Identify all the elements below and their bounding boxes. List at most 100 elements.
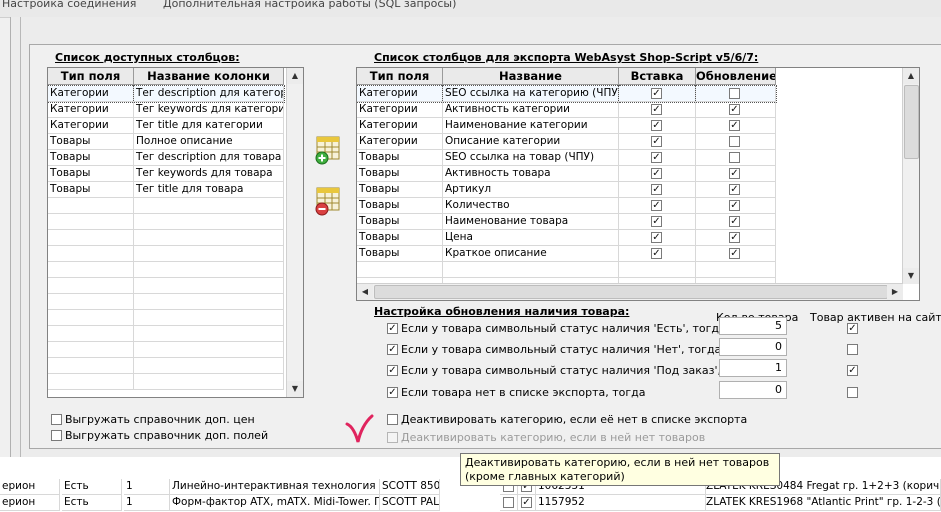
- table-cell-name[interactable]: Активность товара: [443, 166, 619, 182]
- table-cell-type[interactable]: Категории: [48, 102, 134, 118]
- remove-column-button[interactable]: [314, 186, 342, 216]
- row-select-checkbox[interactable]: [503, 497, 514, 508]
- update-checkbox[interactable]: ✓: [729, 104, 740, 115]
- header-name[interactable]: Название: [443, 68, 619, 85]
- table-cell-type[interactable]: Товары: [48, 134, 134, 150]
- bottom-table-cell[interactable]: Форм-фактор ATX, mATX. Midi-Tower. Габ: [170, 495, 380, 511]
- export-fields-checkbox[interactable]: [51, 430, 62, 441]
- table-cell-name[interactable]: SEO ссылка на товар (ЧПУ): [443, 150, 619, 166]
- header-field-type[interactable]: Тип поля: [48, 68, 134, 85]
- bottom-table-cell[interactable]: 1: [124, 495, 170, 511]
- update-checkbox[interactable]: [729, 152, 740, 163]
- table-cell-name[interactable]: Количество: [443, 198, 619, 214]
- insert-checkbox[interactable]: ✓: [651, 232, 662, 243]
- insert-checkbox[interactable]: ✓: [651, 152, 662, 163]
- insert-checkbox[interactable]: ✓: [651, 104, 662, 115]
- table-cell-type[interactable]: Товары: [48, 166, 134, 182]
- scroll-thumb[interactable]: [904, 85, 919, 159]
- header-update[interactable]: Обновление: [696, 68, 776, 85]
- bottom-table-cell[interactable]: Есть: [62, 495, 122, 511]
- insert-checkbox[interactable]: ✓: [651, 248, 662, 259]
- table-cell-type[interactable]: Категории: [357, 85, 444, 103]
- table-cell-name[interactable]: Полное описание: [134, 134, 284, 150]
- product-active-checkbox[interactable]: ✓: [847, 323, 858, 334]
- product-active-checkbox[interactable]: [847, 387, 858, 398]
- table-cell-type[interactable]: Категории: [357, 102, 443, 118]
- tab-connection-settings[interactable]: Настройка соединения: [2, 0, 136, 10]
- table-cell-type[interactable]: Категории: [357, 118, 443, 134]
- table-cell-name[interactable]: Тег description для категории: [133, 85, 285, 103]
- table-cell-type[interactable]: Категории: [48, 85, 135, 103]
- bottom-table-cell[interactable]: ZLATEK KRES1968 "Atlantic Print" гр. 1-2…: [704, 495, 941, 511]
- table-cell-type[interactable]: Товары: [357, 230, 443, 246]
- deactivate-missing-checkbox[interactable]: [387, 414, 398, 425]
- bottom-table-cell[interactable]: ерион: [0, 495, 60, 511]
- scroll-thumb-horizontal[interactable]: [374, 285, 888, 299]
- bottom-table-cell[interactable]: 1157952: [536, 495, 706, 511]
- product-active-checkbox[interactable]: [847, 344, 858, 355]
- qty-input[interactable]: 0: [719, 381, 787, 399]
- availability-rule-checkbox[interactable]: ✓: [387, 387, 398, 398]
- right-vertical-scrollbar[interactable]: ▲ ▼: [902, 68, 919, 284]
- table-cell-name[interactable]: Цена: [443, 230, 619, 246]
- table-cell-name[interactable]: Наименование товара: [443, 214, 619, 230]
- update-checkbox[interactable]: ✓: [729, 248, 740, 259]
- table-cell-name[interactable]: Тег title для товара: [134, 182, 284, 198]
- scroll-right-icon[interactable]: ▶: [887, 284, 903, 300]
- deactivate-empty-checkbox[interactable]: [387, 432, 398, 443]
- scroll-down-icon[interactable]: ▼: [287, 381, 303, 397]
- scroll-up-icon[interactable]: ▲: [903, 68, 919, 84]
- table-cell-type[interactable]: Товары: [357, 198, 443, 214]
- table-cell-type[interactable]: Товары: [357, 214, 443, 230]
- insert-checkbox[interactable]: ✓: [651, 168, 662, 179]
- insert-checkbox[interactable]: ✓: [651, 184, 662, 195]
- table-cell-type[interactable]: Товары: [357, 150, 443, 166]
- header-column-name[interactable]: Название колонки: [134, 68, 284, 85]
- insert-checkbox[interactable]: ✓: [651, 216, 662, 227]
- header-field-type[interactable]: Тип поля: [357, 68, 443, 85]
- bottom-table-cell[interactable]: SCOTT PALA: [380, 495, 440, 511]
- table-cell-name[interactable]: SEO ссылка на категорию (ЧПУ): [442, 85, 620, 103]
- table-cell-name[interactable]: Тег title для категории: [134, 118, 284, 134]
- table-cell-type[interactable]: Товары: [357, 246, 443, 262]
- bottom-table-cell[interactable]: Линейно-интерактивная технология с вы: [170, 479, 380, 495]
- qty-input[interactable]: 0: [719, 338, 787, 356]
- left-vertical-scrollbar[interactable]: ▲ ▼: [286, 68, 303, 397]
- table-cell-name[interactable]: Тег description для товара: [134, 150, 284, 166]
- table-cell-type[interactable]: Товары: [357, 166, 443, 182]
- update-checkbox[interactable]: ✓: [729, 216, 740, 227]
- scroll-left-icon[interactable]: ◀: [357, 284, 373, 300]
- bottom-table-cell[interactable]: ерион: [0, 479, 60, 495]
- add-column-button[interactable]: [314, 135, 342, 165]
- update-checkbox[interactable]: ✓: [729, 120, 740, 131]
- row-flag-checkbox[interactable]: ✓: [521, 497, 532, 508]
- availability-rule-checkbox[interactable]: ✓: [387, 365, 398, 376]
- update-checkbox[interactable]: [729, 88, 740, 99]
- table-cell-type[interactable]: Категории: [48, 118, 134, 134]
- table-cell-name[interactable]: Артикул: [443, 182, 619, 198]
- insert-checkbox[interactable]: ✓: [651, 120, 662, 131]
- table-cell-name[interactable]: Описание категории: [443, 134, 619, 150]
- table-cell-type[interactable]: Товары: [357, 182, 443, 198]
- update-checkbox[interactable]: ✓: [729, 168, 740, 179]
- insert-checkbox[interactable]: ✓: [651, 88, 662, 99]
- insert-checkbox[interactable]: ✓: [651, 136, 662, 147]
- update-checkbox[interactable]: ✓: [729, 232, 740, 243]
- scroll-up-icon[interactable]: ▲: [287, 68, 303, 84]
- bottom-table-cell[interactable]: 1: [124, 479, 170, 495]
- bottom-table-cell[interactable]: SCOTT 850-: [380, 479, 440, 495]
- update-checkbox[interactable]: [729, 136, 740, 147]
- scroll-down-icon[interactable]: ▼: [903, 268, 919, 284]
- table-cell-type[interactable]: Товары: [48, 182, 134, 198]
- table-cell-type[interactable]: Категории: [357, 134, 443, 150]
- insert-checkbox[interactable]: ✓: [651, 200, 662, 211]
- table-cell-name[interactable]: Активность категории: [443, 102, 619, 118]
- export-prices-checkbox[interactable]: [51, 414, 62, 425]
- table-cell-name[interactable]: Наименование категории: [443, 118, 619, 134]
- qty-input[interactable]: 1: [719, 359, 787, 377]
- export-columns-grid[interactable]: Тип поля Название Вставка Обновление Кат…: [356, 67, 920, 301]
- update-checkbox[interactable]: ✓: [729, 200, 740, 211]
- product-active-checkbox[interactable]: ✓: [847, 365, 858, 376]
- bottom-table-cell[interactable]: Есть: [62, 479, 122, 495]
- header-insert[interactable]: Вставка: [619, 68, 696, 85]
